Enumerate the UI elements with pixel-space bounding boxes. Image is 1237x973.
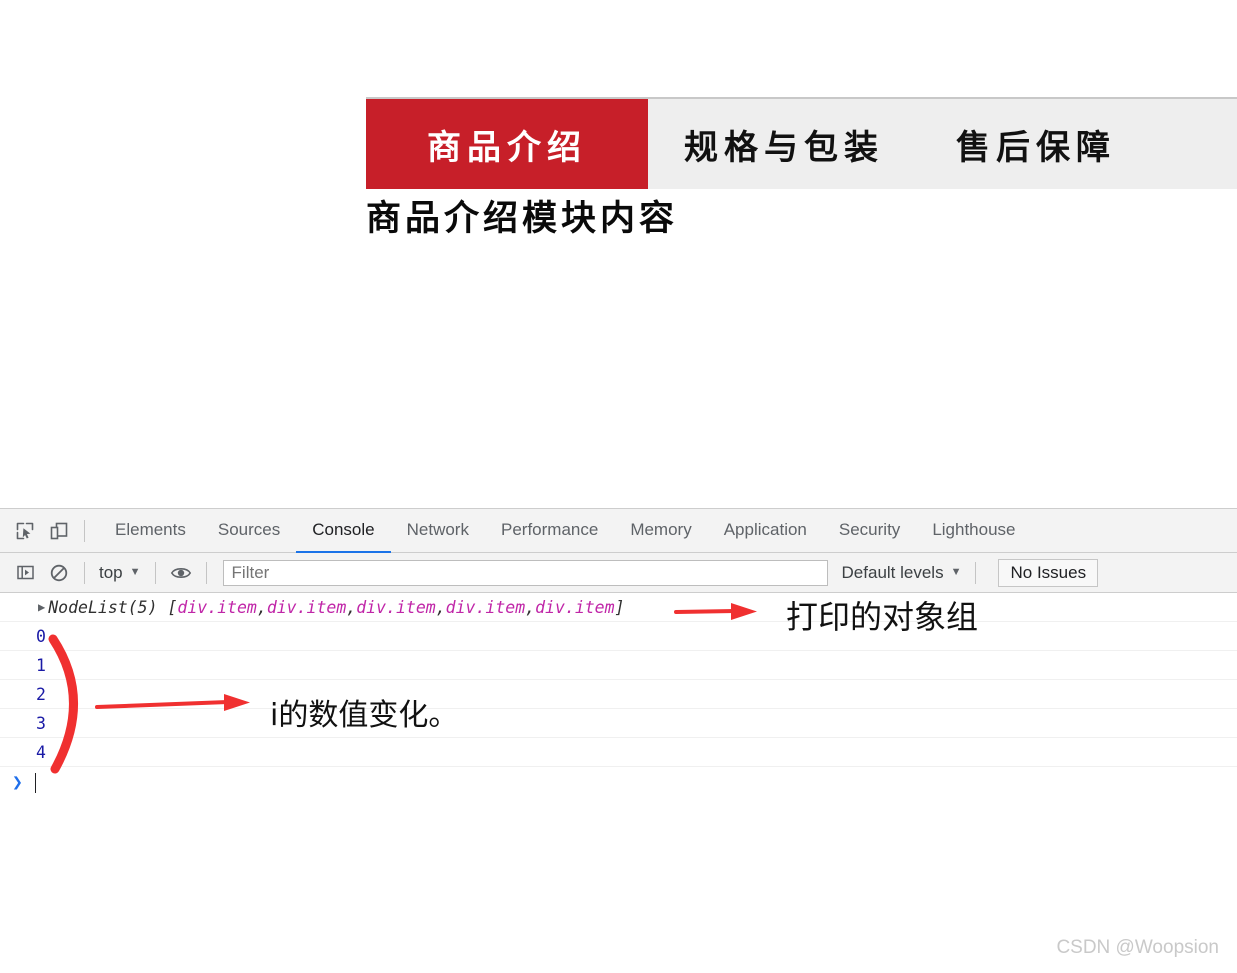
console-filter-placeholder: Filter [231,562,270,582]
console-index-value-1: 1 [36,655,46,675]
module-content-title: 商品介绍模块内容 [366,199,679,239]
expand-arrow-icon[interactable]: ▶ [38,601,45,613]
product-tab-service[interactable]: 售后保障 [920,99,1152,189]
separator-3: , [525,597,536,617]
devtools-tab-application-label: Application [723,519,807,539]
devtools-tab-application[interactable]: Application [708,509,823,553]
devtools-tab-list: Elements Sources Console Network Perform… [99,509,1032,553]
nodelist-item-0[interactable]: div.item [177,598,256,617]
console-output: ▶ NodeList(5) [ div.item , div.item , di… [0,593,1237,798]
console-message-index-2: 2 [0,680,1237,709]
console-message-index-4: 4 [0,738,1237,767]
console-message-index-0: 0 [0,622,1237,651]
console-message-nodelist[interactable]: ▶ NodeList(5) [ div.item , div.item , di… [0,593,1237,622]
devtools-panel: Elements Sources Console Network Perform… [0,508,1237,973]
web-page-preview: 商品介绍 规格与包装 售后保障 商品介绍模块内容 [0,0,1237,508]
inspect-element-icon[interactable] [8,514,42,548]
console-toolbar: top ▼ Filter Default levels ▼ No Issues [0,553,1237,593]
console-context-selector[interactable]: top ▼ [93,563,147,583]
console-log-levels-label: Default levels [841,562,944,582]
chevron-down-icon: ▼ [129,566,141,578]
devtools-tab-elements[interactable]: Elements [99,509,202,553]
devtools-tab-console[interactable]: Console [296,509,391,553]
devtools-tab-sources[interactable]: Sources [202,509,296,553]
console-toolbar-divider-3 [205,561,207,584]
product-tab-spec[interactable]: 规格与包装 [648,99,920,189]
console-context-label: top [99,562,123,582]
watermark: CSDN @Woopsion [1056,937,1219,958]
no-issues-label: No Issues [1010,562,1087,582]
prompt-chevron-icon: ❯ [12,771,23,793]
clear-console-icon[interactable] [42,556,76,590]
device-toolbar-icon[interactable] [42,514,76,548]
product-tab-service-label: 售后保障 [956,127,1116,168]
text-caret [34,772,36,793]
console-message-index-1: 1 [0,651,1237,680]
product-tab-intro-label: 商品介绍 [427,127,587,168]
console-index-value-3: 3 [36,713,46,733]
console-log-levels-selector[interactable]: Default levels ▼ [842,563,962,583]
separator-1: , [346,597,357,617]
chevron-down-icon-levels: ▼ [950,566,962,578]
console-sidebar-icon[interactable] [8,556,42,590]
console-prompt-row[interactable]: ❯ [0,767,1237,798]
devtools-tab-security[interactable]: Security [823,509,916,553]
nodelist-item-1[interactable]: div.item [267,598,346,617]
separator-0: , [256,597,267,617]
toolbar-divider [84,519,85,542]
nodelist-type-label: NodeList(5) [48,597,158,617]
console-toolbar-divider-4 [975,561,977,584]
separator-2: , [435,597,446,617]
devtools-tabbar: Elements Sources Console Network Perform… [0,509,1237,553]
devtools-tab-security-label: Security [838,519,901,539]
devtools-tab-network-label: Network [406,519,469,539]
product-tab-intro[interactable]: 商品介绍 [366,99,648,189]
console-filter-input[interactable]: Filter [222,559,828,586]
devtools-tab-performance[interactable]: Performance [485,509,614,553]
nodelist-item-4[interactable]: div.item [535,598,614,617]
console-index-value-2: 2 [36,684,46,704]
devtools-tab-lighthouse[interactable]: Lighthouse [916,509,1031,553]
console-index-value-4: 4 [36,742,46,762]
screenshot-root: 商品介绍 规格与包装 售后保障 商品介绍模块内容 Elements Source… [0,0,1237,973]
devtools-tab-performance-label: Performance [500,519,599,539]
devtools-tab-sources-label: Sources [217,519,281,539]
product-tab-bar: 商品介绍 规格与包装 售后保障 [366,97,1237,189]
open-bracket: [ [167,597,178,617]
live-expression-icon[interactable] [164,556,198,590]
console-toolbar-divider-1 [84,561,85,584]
nodelist-item-2[interactable]: div.item [356,598,435,617]
console-toolbar-divider-2 [154,561,156,584]
devtools-tab-memory-label: Memory [630,519,692,539]
nodelist-item-3[interactable]: div.item [446,598,525,617]
devtools-tab-lighthouse-label: Lighthouse [932,519,1016,539]
console-message-index-3: 3 [0,709,1237,738]
devtools-tab-elements-label: Elements [115,519,186,539]
devtools-tab-console-label: Console [312,519,375,539]
console-index-value-0: 0 [36,626,46,646]
no-issues-button[interactable]: No Issues [998,558,1099,587]
devtools-tab-network[interactable]: Network [391,509,485,553]
close-bracket: ] [614,597,625,617]
product-tab-spec-label: 规格与包装 [684,127,884,168]
devtools-tab-memory[interactable]: Memory [614,509,707,553]
